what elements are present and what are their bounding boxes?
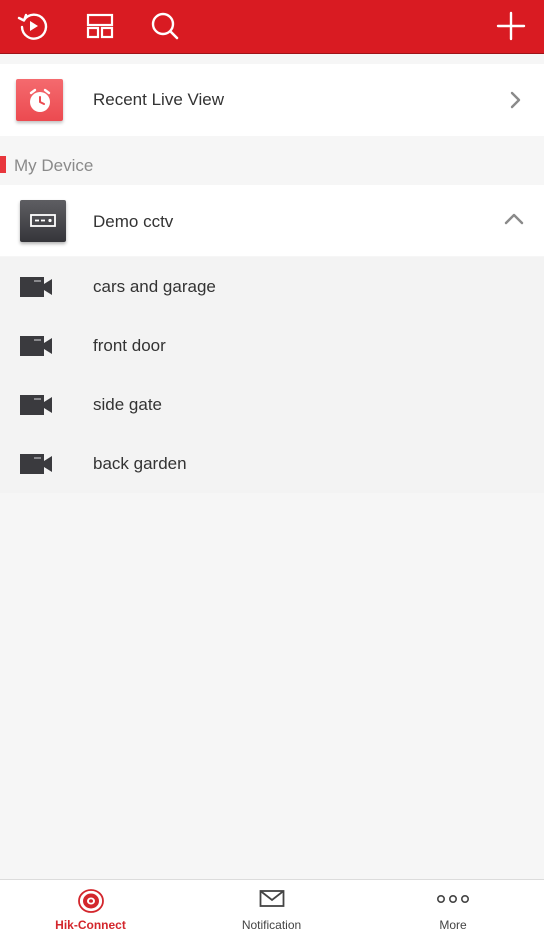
channel-row[interactable]: back garden [0,434,544,493]
top-toolbar [0,0,544,54]
tab-label: Hik-Connect [55,918,126,932]
tab-hik-connect[interactable]: Hik-Connect [0,880,181,940]
tab-more[interactable]: More [362,880,544,940]
chevron-right-icon [510,91,521,109]
hik-connect-icon [77,889,104,913]
channel-list: cars and garage front door side gate bac… [0,257,544,493]
tab-notification[interactable]: Notification [181,880,362,940]
device-name: Demo cctv [93,212,174,231]
section-accent-bar [0,156,6,173]
add-icon[interactable] [495,10,527,42]
layout-icon[interactable] [84,10,116,42]
dvr-icon [20,200,66,242]
chevron-up-icon[interactable] [504,213,524,225]
tab-label: Notification [241,918,302,932]
channel-row[interactable]: front door [0,316,544,375]
device-row[interactable]: Demo cctv [0,185,544,256]
tab-label: More [439,918,467,932]
my-device-section-header: My Device [0,152,544,178]
clock-icon [16,79,63,121]
search-icon[interactable] [149,10,181,42]
camera-icon [20,454,52,474]
channel-row[interactable]: cars and garage [0,257,544,316]
playback-icon[interactable] [17,10,49,42]
channel-label: back garden [93,454,187,473]
channel-label: side gate [93,395,162,414]
bottom-tab-bar: Hik-Connect Notification More [0,879,544,940]
camera-icon [20,277,52,297]
envelope-icon [259,890,284,907]
camera-icon [20,336,52,356]
channel-label: cars and garage [93,277,216,296]
camera-icon [20,395,52,415]
channel-label: front door [93,336,166,355]
more-dots-icon [436,895,469,904]
recent-live-view-label: Recent Live View [93,90,225,109]
section-title: My Device [14,156,94,175]
recent-live-view-row[interactable]: Recent Live View [0,64,544,136]
channel-row[interactable]: side gate [0,375,544,434]
